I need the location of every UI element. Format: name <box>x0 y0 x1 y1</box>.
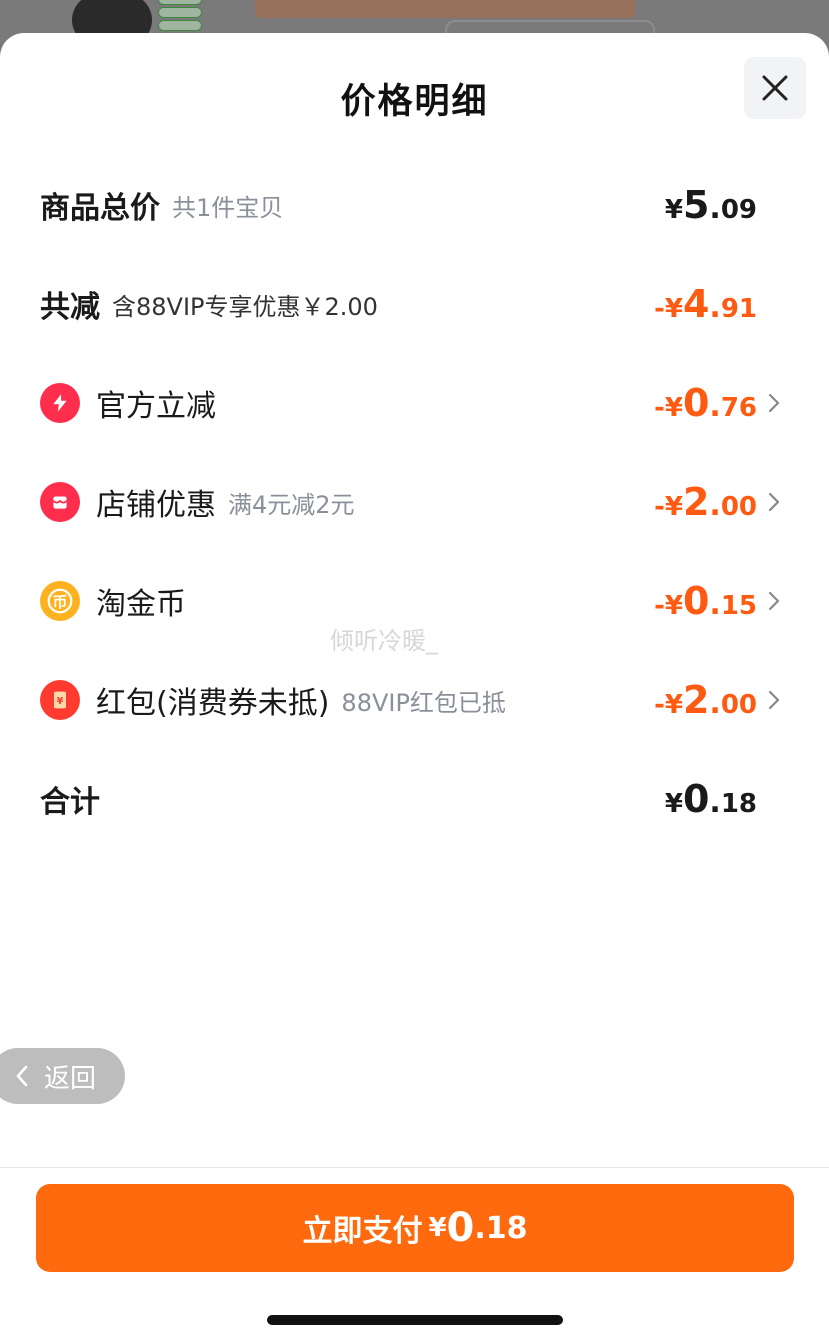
pay-now-button[interactable]: 立即支付 ¥ 0 . 18 <box>36 1184 794 1272</box>
amount: ¥5.09 <box>664 183 757 227</box>
row-label: 共减 <box>40 290 100 325</box>
back-button[interactable]: 返回 <box>0 1048 125 1104</box>
amount: -¥0.76 <box>654 381 757 425</box>
chevron-right-icon <box>768 393 780 413</box>
svg-text:¥: ¥ <box>57 696 64 707</box>
close-button[interactable] <box>744 57 806 119</box>
watermark: 倾听冷暖_ <box>330 627 438 655</box>
row-label: 红包(消费券未抵) <box>96 686 330 721</box>
pay-amount-int: 0 <box>446 1205 475 1251</box>
row-label: 商品总价 <box>40 191 160 226</box>
svg-text:币: 币 <box>52 593 67 611</box>
home-indicator <box>267 1315 563 1325</box>
divider <box>0 1167 829 1168</box>
back-button-label: 返回 <box>44 1063 97 1094</box>
amount: ¥0.18 <box>664 777 757 821</box>
row-total-goods: 商品总价 共1件宝贝 ¥5.09 <box>40 175 790 235</box>
row-note: 88VIP红包已抵 <box>341 688 506 717</box>
close-icon <box>762 75 788 101</box>
store-icon <box>40 482 80 522</box>
amount: -¥4.91 <box>654 282 757 326</box>
red-envelope-icon: ¥ <box>40 680 80 720</box>
chevron-left-icon <box>16 1065 28 1087</box>
row-red-packet[interactable]: ¥ 红包(消费券未抵) 88VIP红包已抵 -¥2.00 <box>40 670 790 730</box>
row-label: 官方立减 <box>96 389 216 424</box>
row-note: 满4元减2元 <box>228 490 355 519</box>
background-price <box>255 0 635 18</box>
pay-currency: ¥ <box>428 1213 447 1243</box>
pay-button-label: 立即支付 <box>302 1214 423 1249</box>
row-sum: 合计 ¥0.18 <box>40 769 790 829</box>
pay-amount-dec: 18 <box>485 1210 528 1246</box>
chevron-right-icon <box>768 690 780 710</box>
chevron-right-icon <box>768 591 780 611</box>
lightning-icon <box>40 383 80 423</box>
row-label: 合计 <box>40 785 100 820</box>
pay-amount-dot: . <box>474 1210 486 1246</box>
product-tags <box>158 0 202 31</box>
amount: -¥2.00 <box>654 480 757 524</box>
row-note: 含88VIP专享优惠￥2.00 <box>112 292 378 321</box>
amount: -¥2.00 <box>654 678 757 722</box>
amount: -¥0.15 <box>654 579 757 623</box>
chevron-right-icon <box>768 492 780 512</box>
price-detail-sheet: 价格明细 商品总价 共1件宝贝 ¥5.09 共减 含88VIP专享优惠￥2.00… <box>0 33 829 1343</box>
coin-icon: 币 <box>40 581 80 621</box>
row-label: 淘金币 <box>96 587 186 622</box>
page-title: 价格明细 <box>340 82 489 122</box>
row-shop-discount[interactable]: 店铺优惠 满4元减2元 -¥2.00 <box>40 472 790 532</box>
row-note: 共1件宝贝 <box>172 193 284 222</box>
row-official-discount[interactable]: 官方立减 -¥0.76 <box>40 373 790 433</box>
row-total-reduce: 共减 含88VIP专享优惠￥2.00 -¥4.91 <box>40 274 790 334</box>
row-label: 店铺优惠 <box>96 488 216 523</box>
